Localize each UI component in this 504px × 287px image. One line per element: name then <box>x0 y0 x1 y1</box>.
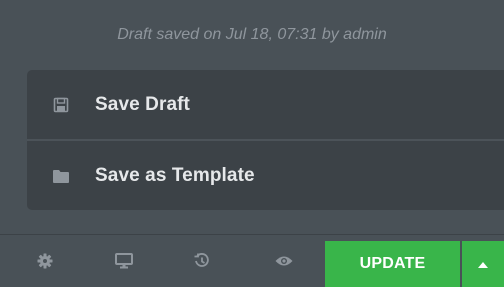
menu-item-label: Save as Template <box>95 164 255 186</box>
save-options-menu: Save Draft Save as Template <box>27 70 504 210</box>
draft-status-text: Draft saved on Jul 18, 07:31 by admin <box>117 26 387 43</box>
menu-item-label: Save Draft <box>95 93 190 115</box>
menu-item-save-as-template[interactable]: Save as Template <box>27 141 504 210</box>
desktop-monitor-icon[interactable] <box>104 235 144 287</box>
panel-footer: UPDATE <box>0 234 504 287</box>
caret-up-icon <box>478 255 488 273</box>
floppy-disk-icon <box>53 97 69 113</box>
update-options-button[interactable] <box>462 241 504 287</box>
folder-icon <box>53 168 69 184</box>
history-icon[interactable] <box>182 235 222 287</box>
eye-icon[interactable] <box>264 235 304 287</box>
update-button[interactable]: UPDATE <box>325 241 460 287</box>
gear-icon[interactable] <box>25 235 65 287</box>
menu-item-save-draft[interactable]: Save Draft <box>27 70 504 139</box>
